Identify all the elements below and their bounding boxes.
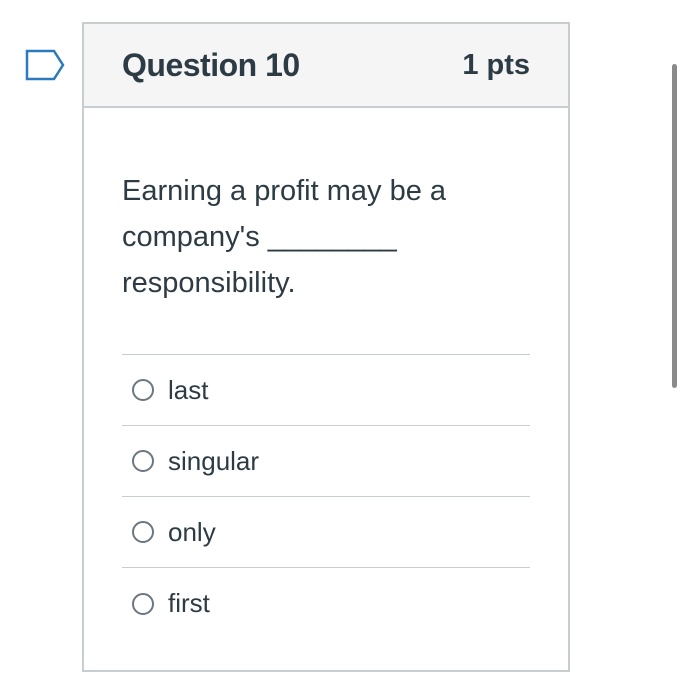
answer-label: singular [168,445,260,476]
radio-icon[interactable] [132,592,154,615]
question-card: Question 10 1 pts Earning a profit may b… [82,22,570,672]
question-text: Earning a profit may be a company's ____… [122,175,447,299]
radio-icon[interactable] [132,379,154,401]
answer-label: first [168,588,210,618]
question-title: Question 10 [122,46,300,83]
radio-icon[interactable] [132,521,154,543]
answer-option-first[interactable]: first [122,568,530,639]
scrollbar-thumb[interactable] [672,64,677,388]
quiz-page: Question 10 1 pts Earning a profit may b… [0,0,682,700]
question-points: 1 pts [462,48,530,81]
answer-list: last singular only first [122,354,530,639]
answer-option-singular[interactable]: singular [122,426,530,497]
question-header: Question 10 1 pts [84,24,568,108]
answer-label: last [168,374,209,405]
question-body: Earning a profit may be a company's ____… [84,108,568,639]
answer-option-last[interactable]: last [122,355,530,426]
answer-option-only[interactable]: only [122,497,530,568]
answer-label: only [168,516,216,547]
radio-icon[interactable] [132,450,154,472]
flag-question-icon[interactable] [24,48,66,82]
